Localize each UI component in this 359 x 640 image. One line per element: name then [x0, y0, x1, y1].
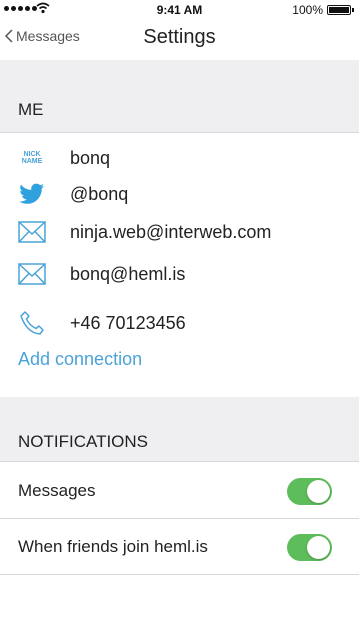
- toggle-knob: [307, 536, 330, 559]
- notification-row-friends-join: When friends join heml.is: [0, 519, 359, 575]
- section-header-me: ME: [0, 60, 359, 133]
- phone-icon: [17, 305, 47, 341]
- notification-row-messages: Messages: [0, 463, 359, 519]
- email-value: ninja.web@interweb.com: [70, 222, 272, 242]
- toggle-label: When friends join heml.is: [18, 537, 208, 556]
- section-header-label: ME: [18, 100, 44, 119]
- contact-row-nickname[interactable]: NICK NAME bonq: [0, 140, 359, 176]
- contact-row-twitter[interactable]: @bonq: [0, 176, 359, 212]
- phone-value: +46 70123456: [70, 313, 186, 333]
- status-bar: 9:41 AM 100%: [0, 0, 359, 20]
- section-header-notifications: NOTIFICATIONS: [0, 397, 359, 462]
- battery-icon: [327, 5, 354, 15]
- friends-join-toggle[interactable]: [287, 534, 332, 561]
- messages-toggle[interactable]: [287, 478, 332, 505]
- email-value: bonq@heml.is: [70, 264, 186, 284]
- add-connection-link[interactable]: Add connection: [18, 349, 142, 370]
- contact-row-email[interactable]: bonq@heml.is: [0, 256, 359, 292]
- nickname-value: bonq: [70, 148, 111, 168]
- twitter-handle: @bonq: [70, 184, 129, 204]
- battery-percentage: 100%: [292, 3, 323, 17]
- navigation-bar: Messages Settings: [0, 20, 359, 60]
- mail-icon: [17, 256, 47, 292]
- twitter-icon: [17, 176, 47, 212]
- toggle-knob: [307, 480, 330, 503]
- contact-row-email[interactable]: ninja.web@interweb.com: [0, 214, 359, 250]
- page-title: Settings: [143, 26, 216, 48]
- contact-row-phone[interactable]: +46 70123456: [0, 305, 359, 341]
- toggle-label: Messages: [18, 481, 96, 500]
- section-header-label: NOTIFICATIONS: [18, 432, 149, 451]
- mail-icon: [17, 214, 47, 250]
- nickname-icon: NICK NAME: [21, 151, 43, 165]
